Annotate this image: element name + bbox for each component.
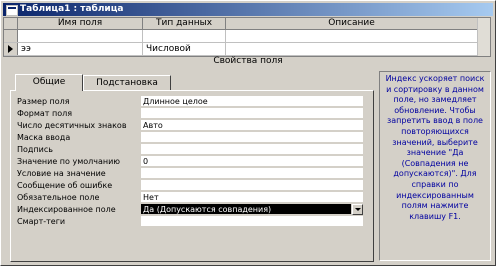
property-label: Число десятичных знаков bbox=[17, 121, 127, 130]
field-name-cell[interactable]: ээ bbox=[18, 43, 143, 55]
default-value-input[interactable]: 0 bbox=[141, 156, 363, 167]
indexed-select[interactable]: Да (Допускаются совпадения) bbox=[141, 204, 351, 215]
field-grid: Имя поля Тип данных Описание ээ Числовой bbox=[3, 17, 491, 57]
input-mask-input[interactable] bbox=[141, 132, 363, 143]
property-label: Подпись bbox=[17, 145, 53, 154]
field-size-input[interactable]: Длинное целое bbox=[141, 96, 363, 107]
property-row: Число десятичных знаков Авто bbox=[17, 120, 369, 132]
table-design-window: Таблица1 : таблица Имя поля Тип данных О… bbox=[0, 0, 496, 266]
required-input[interactable]: Нет bbox=[141, 192, 363, 203]
tab-general[interactable]: Общие bbox=[15, 74, 83, 91]
description-cell[interactable] bbox=[226, 43, 477, 55]
help-text: Индекс ускоряет поиск и сортировку в дан… bbox=[379, 71, 491, 261]
property-label: Формат поля bbox=[17, 109, 73, 118]
property-row: Условие на значение bbox=[17, 168, 369, 180]
general-properties-panel: Размер поля Длинное целое Формат поля Чи… bbox=[10, 90, 374, 262]
property-row: Размер поля Длинное целое bbox=[17, 96, 369, 108]
table-row[interactable]: ээ Числовой bbox=[4, 43, 490, 56]
format-input[interactable] bbox=[141, 108, 363, 119]
header-field-name[interactable]: Имя поля bbox=[18, 18, 143, 30]
caption-input[interactable] bbox=[141, 144, 363, 155]
property-label: Значение по умолчанию bbox=[17, 157, 121, 166]
header-description[interactable]: Описание bbox=[226, 18, 477, 30]
description-cell[interactable] bbox=[226, 30, 477, 42]
data-type-cell[interactable]: Числовой bbox=[143, 43, 226, 55]
chevron-down-icon[interactable] bbox=[352, 204, 363, 215]
property-row: Формат поля bbox=[17, 108, 369, 120]
tab-lookup[interactable]: Подстановка bbox=[83, 75, 171, 90]
smart-tags-input[interactable] bbox=[141, 216, 363, 227]
table-row[interactable] bbox=[4, 30, 490, 43]
property-label: Размер поля bbox=[17, 97, 70, 106]
vertical-scrollbar[interactable] bbox=[477, 18, 490, 56]
grid-corner[interactable] bbox=[4, 18, 18, 30]
validation-rule-input[interactable] bbox=[141, 168, 363, 179]
property-label: Маска ввода bbox=[17, 133, 71, 142]
window-title: Таблица1 : таблица bbox=[20, 4, 124, 14]
table-icon bbox=[6, 5, 18, 16]
title-bar[interactable]: Таблица1 : таблица bbox=[3, 3, 493, 16]
property-row: Сообщение об ошибке bbox=[17, 180, 369, 192]
property-label: Индексированное поле bbox=[17, 205, 116, 214]
field-properties-label: Свойства поля bbox=[213, 56, 283, 66]
property-row: Маска ввода bbox=[17, 132, 369, 144]
property-row: Значение по умолчанию 0 bbox=[17, 156, 369, 168]
data-type-cell[interactable] bbox=[143, 30, 226, 42]
property-row: Индексированное поле Да (Допускаются сов… bbox=[17, 204, 369, 216]
property-label: Сообщение об ошибке bbox=[17, 181, 113, 190]
property-label: Смарт-теги bbox=[17, 217, 66, 226]
property-label: Условие на значение bbox=[17, 169, 106, 178]
property-row: Смарт-теги bbox=[17, 216, 369, 228]
decimal-places-input[interactable]: Авто bbox=[141, 120, 363, 131]
property-row: Подпись bbox=[17, 144, 369, 156]
property-label: Обязательное поле bbox=[17, 193, 100, 202]
header-data-type[interactable]: Тип данных bbox=[143, 18, 226, 30]
row-selector[interactable] bbox=[4, 30, 18, 42]
current-row-indicator[interactable] bbox=[4, 43, 18, 55]
field-name-cell[interactable] bbox=[18, 30, 143, 42]
property-row: Обязательное поле Нет bbox=[17, 192, 369, 204]
validation-text-input[interactable] bbox=[141, 180, 363, 191]
